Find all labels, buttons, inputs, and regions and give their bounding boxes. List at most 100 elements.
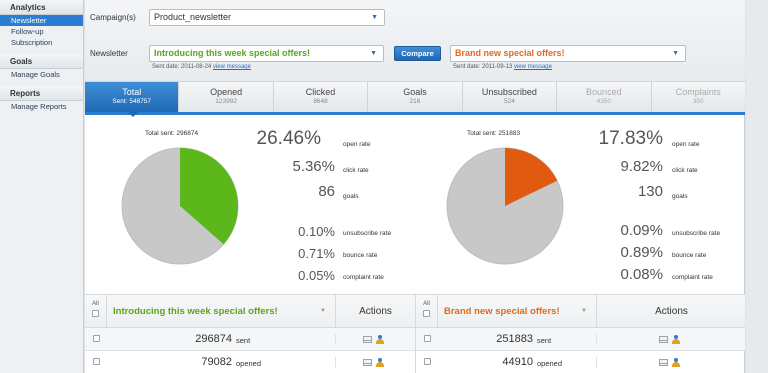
tab-complaints[interactable]: Complaints 350 bbox=[652, 82, 745, 112]
sent-date-left: Sent date: 2011-08-24 view message bbox=[152, 64, 251, 70]
row-checkbox[interactable] bbox=[424, 358, 431, 365]
row-unit: sent bbox=[537, 336, 552, 345]
row-count: 251883 bbox=[496, 333, 533, 345]
sidebar-section-analytics: Analytics bbox=[0, 0, 83, 15]
campaign-label: Campaign(s) bbox=[90, 13, 136, 22]
chevron-down-icon: ▼ bbox=[371, 14, 378, 21]
open-rate-label-right: open rate bbox=[672, 141, 700, 148]
sidebar-item-follow-up[interactable]: Follow-up bbox=[0, 26, 83, 37]
select-all-checkbox-left[interactable] bbox=[92, 310, 99, 317]
mail-icon[interactable] bbox=[659, 336, 668, 343]
goals-right: 130 bbox=[637, 183, 663, 200]
table-row: 251883 sent bbox=[416, 328, 745, 351]
goals-label-right: goals bbox=[672, 193, 688, 200]
tab-total[interactable]: Total Sent: 548757 bbox=[85, 82, 180, 112]
click-rate-label-right: click rate bbox=[672, 167, 698, 174]
row-unit: opened bbox=[537, 359, 563, 368]
click-rate-left: 5.36% bbox=[292, 158, 335, 175]
newsletter-left-value: Introducing this week special offers! bbox=[154, 48, 311, 58]
stats-panel-right: Total sent: 251883 17.83% open rate 9.82… bbox=[415, 118, 745, 294]
row-checkbox[interactable] bbox=[424, 335, 431, 342]
sidebar: Analytics Newsletter Follow-up Subscript… bbox=[0, 0, 84, 373]
row-count: 79082 bbox=[201, 356, 232, 368]
sidebar-item-subscription[interactable]: Subscription bbox=[0, 37, 83, 48]
row-unit: opened bbox=[236, 359, 262, 368]
row-unit: sent bbox=[236, 336, 251, 345]
select-all-left: All bbox=[85, 295, 107, 328]
sidebar-item-manage-reports[interactable]: Manage Reports bbox=[0, 101, 83, 112]
active-tab-pointer bbox=[128, 112, 138, 117]
message-table-right: All Brand new special offers! ▼ Actions … bbox=[415, 294, 745, 373]
message-table-left: All Introducing this week special offers… bbox=[85, 294, 415, 373]
campaign-select-value: Product_newsletter bbox=[154, 12, 232, 22]
compare-button[interactable]: Compare bbox=[394, 46, 441, 61]
goals-left: 86 bbox=[318, 183, 335, 200]
row-count: 296874 bbox=[195, 333, 232, 345]
actions-header-left: Actions bbox=[335, 295, 415, 328]
newsletter-select-left[interactable]: Introducing this week special offers! ▼ bbox=[149, 45, 384, 62]
row-count: 44910 bbox=[502, 356, 533, 368]
open-rate-left: 26.46% bbox=[256, 128, 321, 149]
table-row: 79082 opened bbox=[85, 351, 415, 373]
bounce-rate-label-right: bounce rate bbox=[672, 252, 707, 259]
sidebar-item-newsletter[interactable]: Newsletter bbox=[0, 15, 83, 26]
view-message-link-left[interactable]: view message bbox=[213, 64, 251, 70]
view-message-link-right[interactable]: view message bbox=[514, 64, 552, 70]
table-header-right: All Brand new special offers! ▼ Actions bbox=[416, 295, 745, 328]
background-strip bbox=[746, 0, 768, 373]
pie-chart-left bbox=[121, 147, 239, 265]
user-icon[interactable] bbox=[376, 335, 384, 344]
open-rate-right: 17.83% bbox=[598, 128, 663, 149]
row-actions bbox=[596, 357, 746, 368]
newsletter-right-value: Brand new special offers! bbox=[455, 48, 565, 58]
mail-icon[interactable] bbox=[659, 359, 668, 366]
row-checkbox[interactable] bbox=[93, 335, 100, 342]
sort-caret-icon[interactable]: ▼ bbox=[320, 308, 326, 314]
main-panel: Campaign(s) Product_newsletter ▼ Newslet… bbox=[85, 0, 745, 373]
sidebar-section-reports: Reports bbox=[0, 86, 83, 101]
chevron-down-icon: ▼ bbox=[370, 50, 377, 57]
pie-chart-right bbox=[446, 147, 564, 265]
filter-bar: Campaign(s) Product_newsletter ▼ Newslet… bbox=[85, 0, 745, 82]
tab-unsubscribed[interactable]: Unsubscribed 524 bbox=[463, 82, 558, 112]
tab-clicked[interactable]: Clicked 8648 bbox=[274, 82, 369, 112]
sort-caret-icon[interactable]: ▼ bbox=[581, 308, 587, 314]
user-icon[interactable] bbox=[672, 335, 680, 344]
sidebar-section-goals: Goals bbox=[0, 54, 83, 69]
user-icon[interactable] bbox=[672, 358, 680, 367]
tab-bounced[interactable]: Bounced 4350 bbox=[557, 82, 652, 112]
table-row: 296874 sent bbox=[85, 328, 415, 351]
chevron-down-icon: ▼ bbox=[672, 50, 679, 57]
mail-icon[interactable] bbox=[363, 336, 372, 343]
total-sent-right: Total sent: 251883 bbox=[467, 130, 521, 137]
campaign-select[interactable]: Product_newsletter ▼ bbox=[149, 9, 385, 26]
bounce-rate-right: 0.89% bbox=[620, 244, 663, 261]
mail-icon[interactable] bbox=[363, 359, 372, 366]
select-all-checkbox-right[interactable] bbox=[423, 310, 430, 317]
complaint-rate-label-right: complaint rate bbox=[672, 274, 713, 281]
row-checkbox[interactable] bbox=[93, 358, 100, 365]
unsubscribe-rate-label-left: unsubscribe rate bbox=[343, 230, 392, 237]
complaint-rate-label-left: complaint rate bbox=[343, 274, 384, 281]
unsubscribe-rate-left: 0.10% bbox=[298, 224, 335, 239]
table-header-left: All Introducing this week special offers… bbox=[85, 295, 415, 328]
row-actions bbox=[335, 357, 415, 368]
newsletter-label: Newsletter bbox=[90, 49, 128, 58]
complaint-rate-left: 0.05% bbox=[298, 268, 335, 283]
table-row: 44910 opened bbox=[416, 351, 745, 373]
user-icon[interactable] bbox=[376, 358, 384, 367]
click-rate-label-left: click rate bbox=[343, 167, 369, 174]
tab-opened[interactable]: Opened 123992 bbox=[179, 82, 274, 112]
row-actions bbox=[335, 334, 415, 345]
actions-header-right: Actions bbox=[596, 295, 746, 328]
sidebar-item-manage-goals[interactable]: Manage Goals bbox=[0, 69, 83, 80]
stats-panel-left: Total sent: 296874 26.46% open rate 5.36… bbox=[85, 118, 415, 294]
tab-goals[interactable]: Goals 216 bbox=[368, 82, 463, 112]
bounce-rate-label-left: bounce rate bbox=[343, 252, 378, 259]
click-rate-right: 9.82% bbox=[620, 158, 663, 175]
table-title-right: Brand new special offers! bbox=[444, 306, 560, 317]
select-all-right: All bbox=[416, 295, 438, 328]
open-rate-label-left: open rate bbox=[343, 141, 371, 148]
newsletter-select-right[interactable]: Brand new special offers! ▼ bbox=[450, 45, 686, 62]
metric-tabs: Total Sent: 548757 Opened 123992 Clicked 86… bbox=[85, 82, 745, 115]
